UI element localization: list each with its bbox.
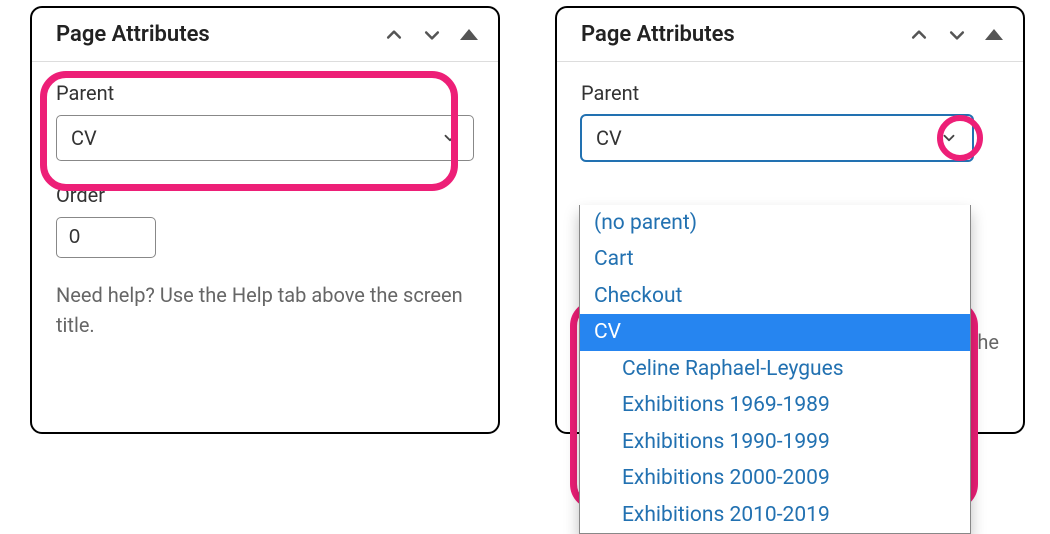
parent-dropdown-list[interactable]: (no parent) Cart Checkout CV Celine Raph…	[579, 205, 971, 534]
dropdown-option[interactable]: Exhibitions 2000-2009	[580, 460, 970, 496]
parent-select-value: CV	[71, 126, 97, 150]
dropdown-option[interactable]: Exhibitions 1969-1989	[580, 387, 970, 423]
dropdown-option[interactable]: Celine Raphael-Leygues	[580, 351, 970, 387]
page-attributes-panel-closed: Page Attributes Parent CV Order Need hel…	[30, 6, 500, 434]
chevron-down-icon	[441, 129, 459, 147]
collapse-toggle-icon[interactable]	[985, 29, 1003, 40]
parent-select-value: CV	[596, 126, 622, 150]
parent-select[interactable]: CV	[581, 115, 973, 161]
dropdown-option[interactable]: Exhibitions 1990-1999	[580, 424, 970, 460]
move-up-icon[interactable]	[384, 25, 404, 45]
help-text: Need help? Use the Help tab above the sc…	[56, 280, 474, 340]
panel-body: Parent CV e the	[557, 62, 1023, 181]
chevron-down-icon	[940, 129, 958, 147]
panel-header-controls	[909, 25, 1003, 45]
parent-label: Parent	[581, 81, 999, 105]
dropdown-option-no-parent[interactable]: (no parent)	[580, 205, 970, 241]
dropdown-option[interactable]: Cart	[580, 241, 970, 277]
move-up-icon[interactable]	[909, 25, 929, 45]
collapse-toggle-icon[interactable]	[460, 29, 478, 40]
parent-select[interactable]: CV	[56, 115, 474, 161]
panel-header: Page Attributes	[32, 8, 498, 62]
panel-title: Page Attributes	[56, 22, 210, 47]
panel-body: Parent CV Order Need help? Use the Help …	[32, 62, 498, 360]
panel-title: Page Attributes	[581, 22, 735, 47]
parent-label: Parent	[56, 81, 474, 105]
panel-header: Page Attributes	[557, 8, 1023, 62]
dropdown-option[interactable]: Checkout	[580, 278, 970, 314]
move-down-icon[interactable]	[947, 25, 967, 45]
move-down-icon[interactable]	[422, 25, 442, 45]
panel-header-controls	[384, 25, 478, 45]
order-label: Order	[56, 183, 474, 207]
dropdown-option[interactable]: Exhibitions 2010-2019	[580, 497, 970, 533]
dropdown-option-active[interactable]: CV	[580, 314, 970, 350]
order-input[interactable]	[56, 217, 156, 258]
